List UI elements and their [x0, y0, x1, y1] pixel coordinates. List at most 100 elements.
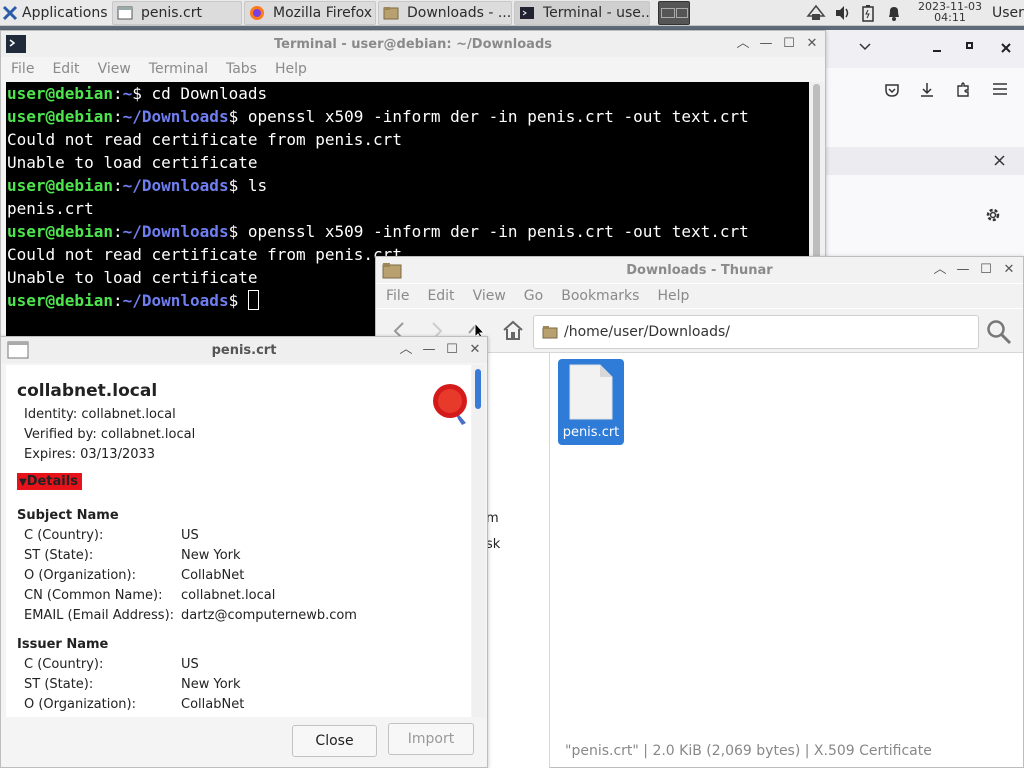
task-firefox[interactable]: Mozilla Firefox [244, 1, 376, 25]
field-label: C (Country): [24, 657, 104, 672]
task-terminal[interactable]: Terminal - use... [514, 1, 650, 25]
terminal-line: user@debian:~/Downloads$ openssl x509 -i… [7, 107, 749, 126]
terminal-line: user@debian:~/Downloads$ openssl x509 -i… [7, 222, 749, 241]
details-expander[interactable]: ▼Details [17, 473, 82, 490]
task-label: Mozilla Firefox [273, 5, 373, 21]
home-icon[interactable] [501, 319, 525, 341]
output-text: Could not read certificate from penis.cr… [7, 130, 402, 149]
maximize-button[interactable]: ☐ [443, 341, 461, 359]
panel-clock[interactable]: 2023-11-03 04:11 [913, 1, 987, 23]
minimize-button[interactable] [930, 40, 944, 54]
menu-tabs[interactable]: Tabs [226, 61, 257, 77]
menu-help[interactable]: Help [275, 61, 307, 77]
close-icon[interactable] [994, 155, 1005, 166]
menu-file[interactable]: File [386, 288, 409, 304]
task-label: penis.crt [141, 5, 202, 21]
maximize-button[interactable] [966, 42, 973, 49]
close-button[interactable]: Close [292, 725, 377, 757]
field-value: US [181, 657, 199, 672]
terminal-titlebar[interactable]: Terminal - user@debian: ~/Downloads ︿ — … [1, 31, 825, 57]
certificate-identity: Identity: collabnet.local [24, 407, 176, 422]
minimize-button[interactable]: — [757, 35, 775, 53]
minimize-button[interactable]: — [420, 341, 438, 359]
prompt-user: user@debian [7, 176, 113, 195]
menu-help[interactable]: Help [657, 288, 689, 304]
field-label: ST (State): [24, 677, 94, 692]
close-icon[interactable] [1000, 42, 1012, 54]
shade-button[interactable]: ︿ [734, 35, 752, 53]
menu-file[interactable]: File [11, 61, 34, 77]
close-button[interactable]: ✕ [466, 341, 484, 359]
prompt-path: ~/Downloads [122, 107, 229, 126]
volume-icon[interactable] [834, 5, 852, 21]
thunar-menubar: File Edit View Go Bookmarks Help [376, 284, 1023, 308]
certificate-expires: Expires: 03/13/2033 [24, 447, 156, 462]
thunar-titlebar[interactable]: Downloads - Thunar ︿ — ☐ ✕ [376, 257, 1023, 283]
menu-bookmarks[interactable]: Bookmarks [561, 288, 639, 304]
details-label: Details [26, 474, 78, 489]
import-button[interactable]: Import [388, 723, 474, 755]
prompt-user: user@debian [7, 291, 113, 310]
download-icon[interactable] [919, 81, 935, 99]
field-value: collabnet.local [181, 588, 276, 603]
close-button[interactable]: ✕ [1000, 261, 1018, 279]
user-label: User [992, 5, 1024, 21]
hamburger-menu-icon[interactable] [992, 82, 1008, 96]
field-label: O (Organization): [24, 568, 136, 583]
firefox-notification-bar [826, 147, 1024, 175]
window-title: Terminal - user@debian: ~/Downloads [274, 37, 552, 52]
search-icon[interactable] [986, 319, 1012, 345]
maximize-button[interactable]: ☐ [977, 261, 995, 279]
location-bar[interactable]: /home/user/Downloads/ [533, 315, 979, 349]
prompt-path: ~/Downloads [122, 291, 229, 310]
notification-bell-icon[interactable] [886, 4, 902, 22]
thunar-file-view[interactable]: penis.crt [551, 353, 1023, 733]
firefox-tabbar [826, 30, 1024, 68]
certificate-name: collabnet.local [17, 381, 158, 401]
task-downloads[interactable]: Downloads - ... [378, 1, 512, 25]
sidebar-item-fragment[interactable]: sk [486, 537, 500, 552]
applications-label: Applications [22, 5, 108, 21]
field-value: CollabNet [181, 697, 245, 712]
field-value: New York [181, 677, 241, 692]
shade-button[interactable]: ︿ [397, 341, 415, 359]
certificate-scrollbar[interactable] [472, 365, 485, 717]
subject-name-heading: Subject Name [17, 508, 119, 523]
menu-go[interactable]: Go [524, 288, 543, 304]
user-menu-button[interactable]: User [992, 1, 1024, 25]
menu-view[interactable]: View [98, 61, 131, 77]
certificate-details: collabnet.local Identity: collabnet.loca… [6, 365, 471, 717]
maximize-button[interactable]: ☐ [780, 35, 798, 53]
shade-button[interactable]: ︿ [931, 261, 949, 279]
terminal-line: penis.crt [7, 197, 809, 220]
menu-terminal[interactable]: Terminal [149, 61, 208, 77]
command-text: ls [247, 176, 268, 195]
workspace-switcher[interactable] [658, 1, 690, 25]
pocket-icon[interactable] [884, 82, 900, 98]
certificate-verified-by: Verified by: collabnet.local [24, 427, 196, 442]
file-item-penis-crt[interactable]: penis.crt [558, 359, 624, 445]
minimize-button[interactable]: — [954, 261, 972, 279]
extensions-icon[interactable] [955, 81, 971, 99]
menu-edit[interactable]: Edit [52, 61, 79, 77]
close-button[interactable]: ✕ [803, 35, 821, 53]
certificate-titlebar[interactable]: penis.crt ︿ — ☐ ✕ [1, 337, 487, 363]
battery-icon[interactable] [861, 4, 875, 22]
terminal-line: Could not read certificate from penis.cr… [7, 128, 809, 151]
applications-menu-button[interactable]: Applications ☰ [2, 1, 110, 25]
chevron-down-icon[interactable] [858, 42, 872, 52]
menu-edit[interactable]: Edit [427, 288, 454, 304]
prompt-path: ~/Downloads [122, 176, 229, 195]
menu-view[interactable]: View [473, 288, 506, 304]
output-text: penis.crt [7, 199, 94, 218]
status-bar: "penis.crt" | 2.0 KiB (2,069 bytes) | X.… [551, 737, 1023, 767]
output-text: Could not read certificate from penis.cr… [7, 245, 402, 264]
task-penis-crt[interactable]: penis.crt [112, 1, 242, 25]
field-value: US [181, 528, 199, 543]
field-label: C (Country): [24, 528, 104, 543]
window-icon [117, 6, 133, 20]
command-text: cd Downloads [151, 84, 268, 103]
folder-icon [542, 326, 558, 339]
gear-icon[interactable] [984, 206, 1002, 224]
network-icon[interactable] [806, 4, 826, 22]
